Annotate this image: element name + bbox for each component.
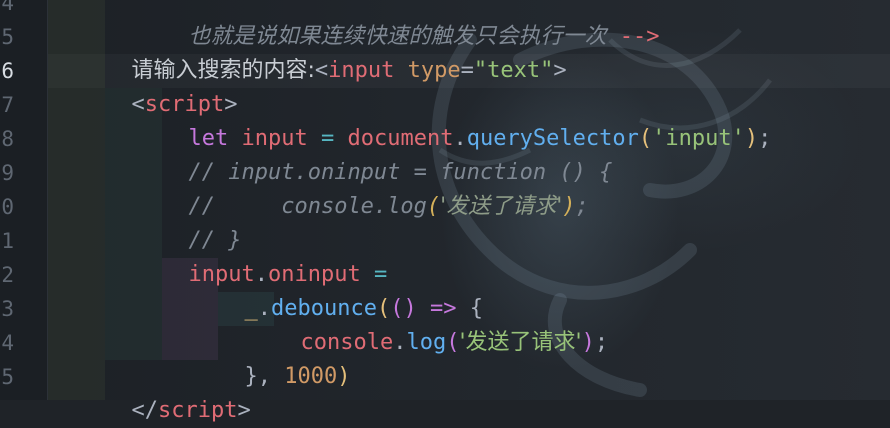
paren-close: ) (581, 330, 595, 355)
method-name: log (406, 330, 447, 355)
line-number: 9 (1, 161, 14, 185)
code-line-debounce[interactable]: _.debounce(() => { (218, 258, 483, 321)
line-number: 5 (1, 25, 14, 49)
dot: . (393, 330, 407, 355)
comment-close (607, 24, 620, 49)
code-line-comment-partial[interactable]: 也就是说如果连续快速的触发只会执行一次 --> (162, 0, 660, 49)
comment-paren-open: ( (426, 194, 441, 219)
indent-guide-block (105, 88, 162, 360)
code-line-comment[interactable]: // input.oninput = function () { (162, 122, 613, 185)
code-line-debounce-close[interactable]: }, 1000) (218, 326, 351, 389)
paren-open: ( (446, 330, 460, 355)
attr-value: "text" (473, 58, 554, 83)
semicolon: ; (594, 330, 609, 355)
tag-close: > (237, 398, 251, 423)
line-number: 5 (1, 365, 14, 389)
indent-guide-block (48, 0, 105, 400)
attr-eq: = (460, 58, 474, 83)
line-number: 1 (1, 229, 14, 253)
code-line-oninput[interactable]: input.oninput = (162, 224, 388, 287)
tag-close: > (553, 58, 567, 83)
string-arg: 'input' (652, 126, 745, 151)
line-number: 3 (1, 297, 14, 321)
code-line-comment-close[interactable]: // } (162, 190, 242, 253)
line-number: 2 (1, 263, 14, 287)
line-number-active: 6 (1, 59, 14, 83)
line-number: 8 (1, 127, 14, 151)
attr-name: type (407, 58, 461, 83)
comment-close-marker: --> (619, 24, 660, 49)
number-literal: 1000 (284, 364, 338, 389)
comma: , (257, 364, 271, 389)
tag-open: < (314, 58, 329, 83)
semicolon: ; (758, 126, 772, 151)
tag-open: </ (131, 398, 159, 423)
comment-semicolon: ; (575, 194, 589, 219)
tag-open: < (131, 92, 145, 117)
code-line-script-close[interactable]: </script> (105, 360, 251, 423)
code-line-script-open[interactable]: <script> (105, 54, 238, 117)
line-number: 7 (1, 93, 14, 117)
tag-name: input (328, 58, 395, 83)
code-line-let-input[interactable]: let input = document.querySelector('inpu… (162, 88, 772, 151)
paren-open: ( (638, 126, 653, 151)
line-number: 0 (1, 195, 14, 219)
dot: . (257, 296, 271, 321)
comment-string: '发送了请求' (440, 194, 563, 219)
lodash-object: _ (244, 296, 258, 321)
paren-close: ) (337, 364, 351, 389)
paren-close: ) (744, 126, 759, 151)
code-line-input-tag[interactable]: 请输入搜索的内容:<input type="text"> (105, 20, 567, 83)
comment-paren-close: ) (562, 194, 576, 219)
code-line-console-log[interactable]: console.log('发送了请求'); (274, 292, 609, 355)
string-arg: '发送了请求' (459, 330, 582, 355)
line-number: 4 (1, 331, 14, 355)
line-number: 4 (1, 0, 14, 15)
tag-name: script (158, 398, 238, 423)
code-line-comment-console[interactable]: // console.log('发送了请求'); (162, 156, 589, 219)
